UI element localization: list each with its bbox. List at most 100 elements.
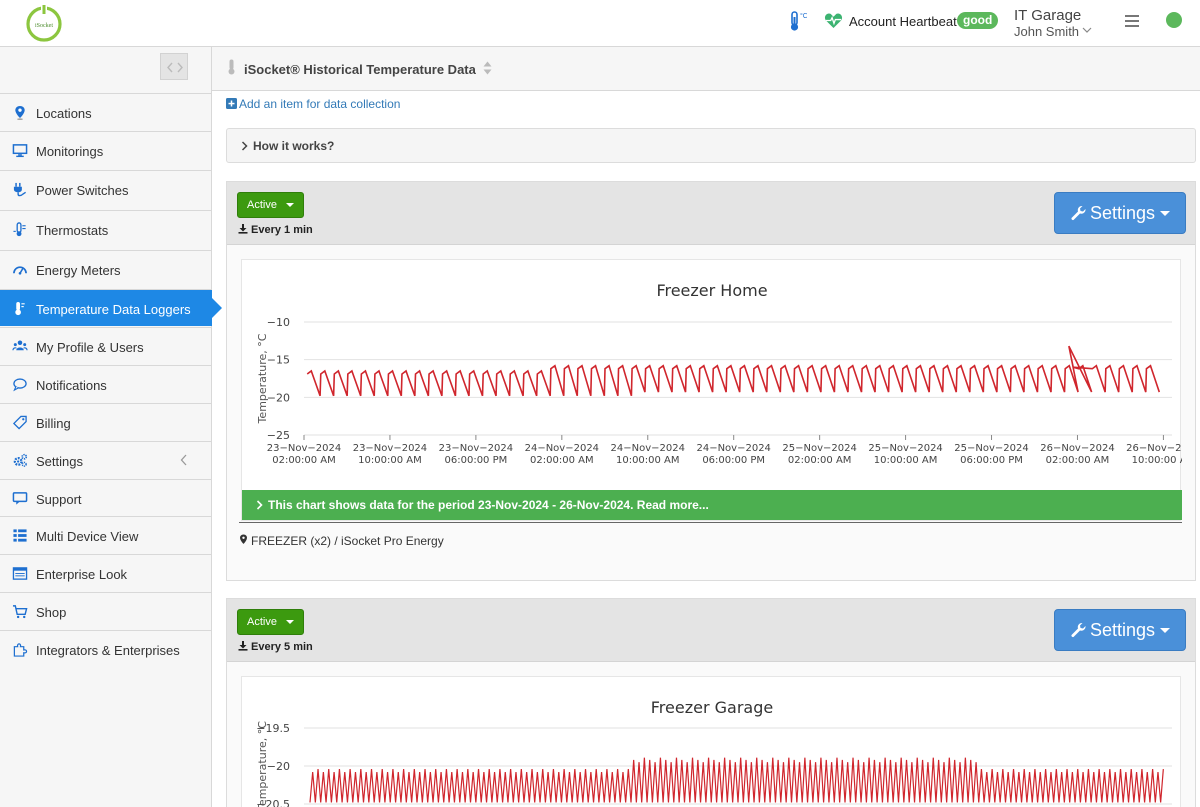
sidebar-item-multi-device-view[interactable]: Multi Device View xyxy=(0,516,212,553)
map-pin-icon xyxy=(15,105,25,120)
sidebar-item-notifications[interactable]: Notifications xyxy=(0,365,212,402)
page-header: iSocket® Historical Temperature Data xyxy=(212,47,1200,91)
sidebar-item-label: Support xyxy=(36,492,82,507)
sidebar-item-locations[interactable]: Locations xyxy=(0,93,212,130)
sidebar-item-settings[interactable]: Settings xyxy=(0,441,212,478)
x-tick-label: 10:00:00 AM xyxy=(874,455,938,466)
x-tick-label: 25−Nov−2024 xyxy=(868,443,942,454)
sidebar-item-monitorings[interactable]: Monitorings xyxy=(0,131,212,168)
device-card: Active Every 1 min Settings Freezer Home… xyxy=(226,181,1196,581)
temperature-chart[interactable]: Freezer Home −10 −15 −20 −25 Temperature, °C 2… xyxy=(242,260,1182,490)
wrench-icon xyxy=(1071,622,1086,638)
sidebar-item-shop[interactable]: Shop xyxy=(0,592,212,629)
chevron-left-icon[interactable] xyxy=(180,454,188,466)
chart-card: Freezer Home −10 −15 −20 −25 Temperature, °C 2… xyxy=(241,259,1182,521)
puzzle-icon xyxy=(13,643,28,657)
sidebar-item-label: Enterprise Look xyxy=(36,567,128,582)
menu-icon[interactable] xyxy=(1123,14,1139,28)
account-heartbeat-label: Account Heartbeat xyxy=(849,14,957,29)
svg-text:°C: °C xyxy=(800,12,807,20)
sidebar-item-label: Multi Device View xyxy=(36,529,139,544)
sidebar: Locations Monitorings Power Switches The… xyxy=(0,47,222,807)
sidebar-collapse-button[interactable] xyxy=(160,53,188,80)
status-dropdown-button[interactable]: Active xyxy=(237,609,304,635)
x-tick-label: 06:00:00 PM xyxy=(960,455,1023,466)
sidebar-item-label: Notifications xyxy=(36,378,107,393)
chart-title: Freezer Garage xyxy=(651,698,773,717)
sidebar-item-label: Shop xyxy=(36,605,67,620)
location-text: FREEZER (x2) / iSocket Pro Energy xyxy=(251,534,444,548)
caret-down-icon xyxy=(1160,211,1170,216)
period-text: This chart shows data for the period 23-… xyxy=(268,498,709,512)
chevron-down-icon[interactable] xyxy=(1082,26,1092,34)
sidebar-item-support[interactable]: Support xyxy=(0,479,212,516)
sidebar-item-temperature-data-loggers[interactable]: Temperature Data Loggers xyxy=(0,289,222,326)
x-tick-label: 10:00:00 AM xyxy=(1132,455,1182,466)
status-label: Active xyxy=(247,616,277,628)
y-axis-label: Temperature, °C xyxy=(256,721,269,807)
map-pin-icon xyxy=(240,534,247,544)
caret-down-icon xyxy=(1160,628,1170,633)
sidebar-item-integrators-enterprises[interactable]: Integrators & Enterprises xyxy=(0,630,212,667)
top-header: iSocket °C Account Heartbeat good IT Gar… xyxy=(0,0,1200,47)
x-tick-label: 10:00:00 AM xyxy=(358,455,422,466)
x-tick-label: 24−Nov−2024 xyxy=(696,443,770,454)
tag-icon xyxy=(12,415,27,430)
temperature-series-line xyxy=(309,757,1164,803)
organization-name[interactable]: IT Garage xyxy=(1014,7,1081,24)
x-tick-label: 23−Nov−2024 xyxy=(267,443,341,454)
how-it-works-label: How it works? xyxy=(253,139,335,153)
x-tick-label: 26−Nov−2024 xyxy=(1126,443,1182,454)
x-tick-label: 23−Nov−2024 xyxy=(439,443,513,454)
sort-icon[interactable] xyxy=(483,61,492,75)
thermometer-icon xyxy=(15,301,25,316)
speech-bubble-icon xyxy=(13,378,27,392)
caret-down-icon xyxy=(286,620,294,624)
sidebar-item-thermostats[interactable]: Thermostats xyxy=(0,210,212,247)
wrench-icon xyxy=(1071,205,1086,221)
sidebar-item-my-profile-users[interactable]: My Profile & Users xyxy=(0,327,212,364)
interval-text: Every 1 min xyxy=(251,224,313,236)
x-tick-label: 25−Nov−2024 xyxy=(782,443,856,454)
sidebar-item-power-switches[interactable]: Power Switches xyxy=(0,170,212,207)
interval-label: Every 5 min xyxy=(238,641,313,653)
period-info-bar[interactable]: This chart shows data for the period 23-… xyxy=(242,490,1182,520)
sidebar-item-label: Locations xyxy=(36,106,92,121)
interval-label: Every 1 min xyxy=(238,224,313,236)
x-tick-label: 02:00:00 AM xyxy=(272,455,336,466)
sidebar-item-label: Monitorings xyxy=(36,144,104,159)
sidebar-item-label: Power Switches xyxy=(36,183,129,198)
gauge-icon xyxy=(13,266,27,275)
heartbeat-icon xyxy=(824,13,843,29)
main-content: iSocket® Historical Temperature Data Add… xyxy=(212,47,1200,807)
thermometer-celsius-icon[interactable]: °C xyxy=(787,10,807,32)
y-axis-label: Temperature, °C xyxy=(256,333,269,424)
device-header: Active Every 1 min Settings xyxy=(227,182,1195,245)
users-icon xyxy=(12,340,28,351)
sidebar-item-energy-meters[interactable]: Energy Meters xyxy=(0,250,212,287)
settings-button[interactable]: Settings xyxy=(1054,609,1186,651)
x-tick-label: 23−Nov−2024 xyxy=(353,443,427,454)
sidebar-item-billing[interactable]: Billing xyxy=(0,403,212,440)
chevron-right-icon xyxy=(241,141,248,151)
settings-button[interactable]: Settings xyxy=(1054,192,1186,234)
x-tick-label: 25−Nov−2024 xyxy=(954,443,1028,454)
device-card: Active Every 5 min Settings Freezer Gara… xyxy=(226,598,1196,807)
y-tick-label: −25 xyxy=(267,429,290,442)
divider xyxy=(239,522,1182,523)
y-tick-label: −20 xyxy=(267,391,290,404)
temperature-chart[interactable]: Freezer Garage−19.5−20−20.5Temperature, … xyxy=(242,677,1182,807)
chevron-right-icon xyxy=(256,500,263,510)
window-icon xyxy=(12,567,28,580)
user-name[interactable]: John Smith xyxy=(1014,24,1079,39)
add-item-label: Add an item for data collection xyxy=(239,97,401,111)
y-tick-label: −10 xyxy=(267,316,290,329)
add-item-link[interactable]: Add an item for data collection xyxy=(226,97,400,111)
sidebar-item-label: Settings xyxy=(36,454,83,469)
sidebar-item-enterprise-look[interactable]: Enterprise Look xyxy=(0,554,212,591)
how-it-works-panel[interactable]: How it works? xyxy=(226,128,1196,163)
sidebar-item-label: Temperature Data Loggers xyxy=(36,302,191,317)
logo-text: iSocket xyxy=(35,23,53,29)
status-dropdown-button[interactable]: Active xyxy=(237,192,304,218)
isocket-logo[interactable]: iSocket xyxy=(24,3,64,43)
